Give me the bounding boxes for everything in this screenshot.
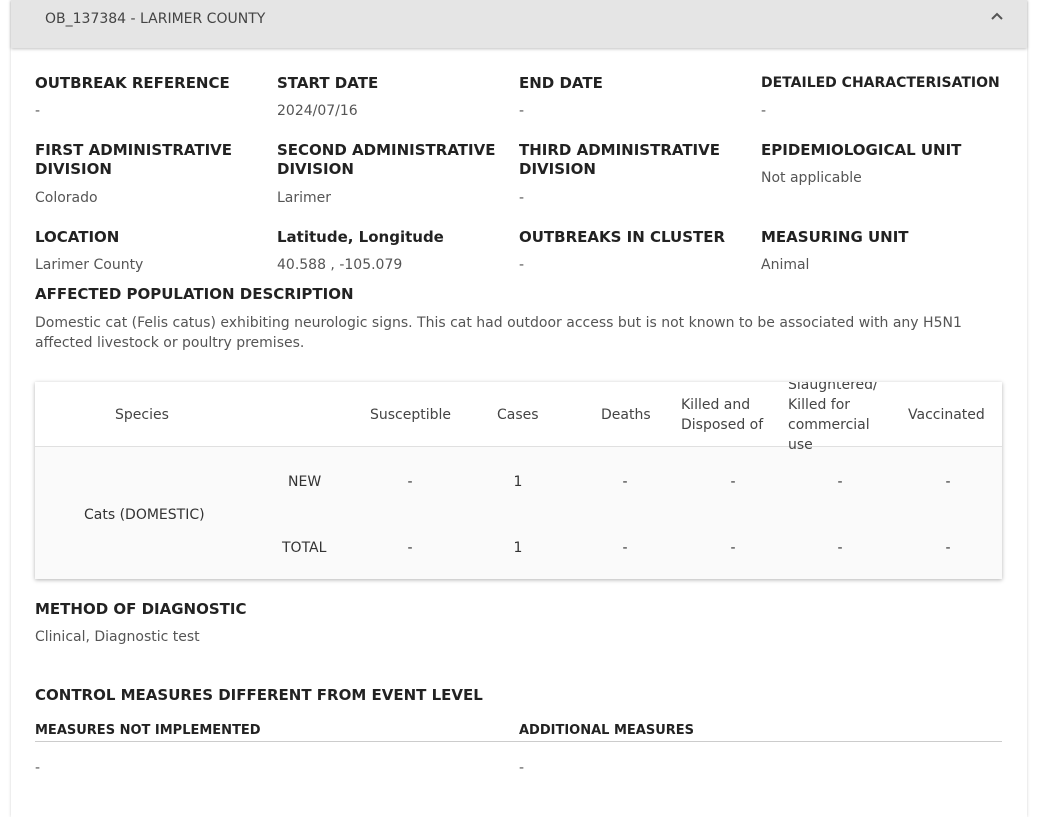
first-admin-division-value: Colorado	[35, 190, 98, 206]
first-admin-division-label: FIRST ADMINISTRATIVE DIVISION	[35, 141, 232, 179]
deaths-header: Deaths	[601, 407, 651, 423]
outbreak-reference-label: OUTBREAK REFERENCE	[35, 74, 230, 92]
susceptible-header: Susceptible	[370, 407, 452, 423]
third-admin-division-label-line1: THIRD ADMINISTRATIVE	[519, 141, 720, 159]
slaughtered-header-line2: commercial	[788, 417, 870, 433]
slaughtered-header-line0: Slaughtered/	[788, 382, 878, 393]
cases-header: Cases	[497, 407, 539, 423]
row-total-slaughtered: -	[837, 540, 843, 556]
first-admin-division-label-line1: FIRST ADMINISTRATIVE	[35, 141, 233, 159]
second-admin-division-label-line2: DIVISION	[277, 160, 354, 178]
killed-disposed-header-line2: Disposed of	[681, 417, 764, 433]
additional-measures-value: -	[519, 760, 525, 776]
third-admin-division-value: -	[519, 190, 525, 206]
affected-population-text: Domestic cat (Felis catus) exhibiting ne…	[35, 315, 962, 351]
row-new-susceptible: -	[407, 474, 413, 490]
outbreaks-in-cluster-value: -	[519, 257, 525, 273]
row-new-slaughtered: -	[837, 474, 843, 490]
row-new-type: NEW	[288, 474, 322, 490]
end-date-value: -	[519, 103, 525, 119]
second-admin-division-label: SECOND ADMINISTRATIVE DIVISION	[277, 141, 495, 179]
row-new-deaths: -	[622, 474, 628, 490]
killed-disposed-header: Killed and Disposed of	[681, 395, 763, 435]
epidemiological-unit-label: EPIDEMIOLOGICAL UNIT	[761, 141, 962, 159]
first-admin-division-label-line2: DIVISION	[35, 160, 112, 178]
third-admin-division-label-line2: DIVISION	[519, 160, 596, 178]
row-total-cases: 1	[513, 540, 523, 556]
slaughtered-header-line3: use	[788, 437, 813, 453]
third-admin-division-label: THIRD ADMINISTRATIVE DIVISION	[519, 141, 720, 179]
species-table: Species Susceptible Cases Deaths Killed …	[35, 382, 1002, 579]
second-admin-division-value: Larimer	[277, 190, 332, 206]
location-value: Larimer County	[35, 257, 144, 273]
location-label: LOCATION	[35, 228, 120, 246]
detailed-characterisation-label: DETAILED CHARACTERISATION	[761, 75, 1000, 91]
chevron-up-icon[interactable]	[989, 9, 1005, 25]
row-total-type: TOTAL	[282, 540, 327, 556]
row-new-cases: 1	[513, 474, 523, 490]
measures-not-implemented-label: MEASURES NOT IMPLEMENTED	[35, 723, 261, 738]
species-header: Species	[115, 407, 169, 423]
control-measures-label: CONTROL MEASURES DIFFERENT FROM EVENT LE…	[35, 686, 483, 704]
lat-long-label: Latitude, Longitude	[277, 228, 444, 246]
start-date-value: 2024/07/16	[277, 103, 358, 119]
additional-measures-label: ADDITIONAL MEASURES	[519, 723, 695, 738]
detailed-characterisation-value: -	[761, 103, 767, 119]
row-total-killed: -	[730, 540, 736, 556]
row-new-killed: -	[730, 474, 736, 490]
panel-title: OB_137384 - LARIMER COUNTY	[45, 11, 266, 27]
outbreaks-in-cluster-label: OUTBREAKS IN CLUSTER	[519, 228, 726, 246]
measuring-unit-label: MEASURING UNIT	[761, 228, 909, 246]
panel-header[interactable]: OB_137384 - LARIMER COUNTY	[11, 0, 1027, 48]
diagnostic-label: METHOD OF DIAGNOSTIC	[35, 600, 247, 618]
table-header-row: Species Susceptible Cases Deaths Killed …	[35, 382, 1002, 453]
epidemiological-unit-value: Not applicable	[761, 170, 862, 186]
lat-long-value: 40.588 , -105.079	[277, 257, 403, 273]
species-name-cell: Cats (DOMESTIC)	[84, 507, 205, 523]
affected-population-label: AFFECTED POPULATION DESCRIPTION	[35, 285, 354, 303]
slaughtered-header: Slaughtered/ Killed for commercial use	[788, 382, 878, 455]
killed-disposed-header-line1: Killed and	[681, 397, 751, 413]
row-total-vaccinated: -	[945, 540, 951, 556]
row-total-deaths: -	[622, 540, 628, 556]
end-date-label: END DATE	[519, 74, 603, 92]
vaccinated-header: Vaccinated	[908, 407, 985, 423]
slaughtered-header-line1: Killed for	[788, 397, 851, 413]
measuring-unit-value: Animal	[761, 257, 810, 273]
start-date-label: START DATE	[277, 74, 379, 92]
row-total-susceptible: -	[407, 540, 413, 556]
diagnostic-value: Clinical, Diagnostic test	[35, 629, 200, 645]
control-measures-divider	[35, 741, 1002, 742]
second-admin-division-label-line1: SECOND ADMINISTRATIVE	[277, 141, 496, 159]
row-new-vaccinated: -	[945, 474, 951, 490]
outbreak-reference-value: -	[35, 103, 41, 119]
measures-not-implemented-value: -	[35, 760, 41, 776]
